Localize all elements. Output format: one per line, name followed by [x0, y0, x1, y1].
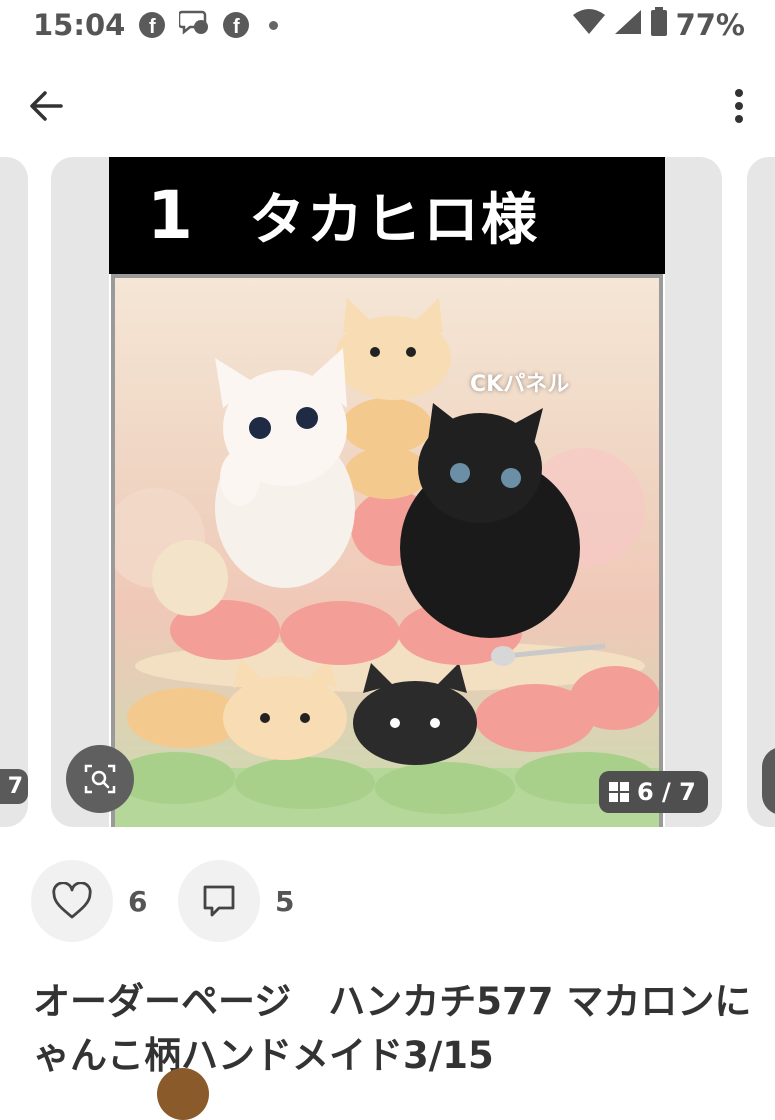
heart-icon	[52, 882, 92, 919]
visual-search-button[interactable]	[66, 745, 134, 813]
avatar[interactable]	[157, 1068, 209, 1120]
banner-name: タカヒロ様	[249, 188, 539, 253]
photo-illustration	[115, 298, 659, 827]
battery-percent: 77%	[675, 8, 745, 42]
comment-icon	[203, 885, 235, 917]
like-count: 6	[128, 884, 148, 918]
more-vertical-icon	[735, 89, 743, 123]
next-image-card[interactable]	[747, 157, 775, 827]
image-title-banner: 1 タカヒロ様	[109, 157, 665, 274]
messenger-icon	[178, 8, 209, 42]
app-bar	[0, 72, 775, 138]
back-button[interactable]	[25, 84, 69, 128]
signal-icon	[614, 8, 642, 42]
next-control-peek[interactable]	[762, 747, 775, 815]
product-image[interactable]: 1 タカヒロ様 CKパネル	[109, 157, 665, 827]
facebook-icon: f	[223, 12, 250, 38]
engagement-actions: 6 5	[31, 860, 731, 942]
status-time: 15:04	[33, 8, 126, 42]
wifi-icon	[572, 8, 606, 42]
banner-number: 1	[147, 177, 193, 254]
like-button[interactable]	[31, 860, 113, 942]
image-carousel-card[interactable]: 1 タカヒロ様 CKパネル 6 / 7	[51, 157, 722, 827]
kitten-macaron-photo: CKパネル	[111, 274, 663, 827]
watermark-text: CKパネル	[470, 372, 570, 397]
image-counter: 6 / 7	[637, 778, 696, 806]
comment-button[interactable]	[178, 860, 260, 942]
comment-count: 5	[275, 884, 295, 918]
grid-icon	[609, 782, 629, 802]
image-counter-badge: 6 / 7	[599, 771, 708, 813]
product-title: オーダーページ ハンカチ577 マカロンにゃんこ柄ハンドメイド3/15	[33, 980, 752, 1077]
arrow-left-icon	[30, 91, 63, 121]
battery-icon	[650, 6, 668, 44]
previous-image-card[interactable]: 7	[0, 157, 28, 827]
status-bar: 15:04 f f 77%	[0, 0, 775, 50]
lens-search-icon	[84, 764, 116, 794]
facebook-icon: f	[139, 12, 166, 38]
notification-dot-icon	[269, 20, 279, 30]
more-options-button[interactable]	[729, 84, 749, 128]
previous-counter-peek: 7	[0, 769, 28, 804]
